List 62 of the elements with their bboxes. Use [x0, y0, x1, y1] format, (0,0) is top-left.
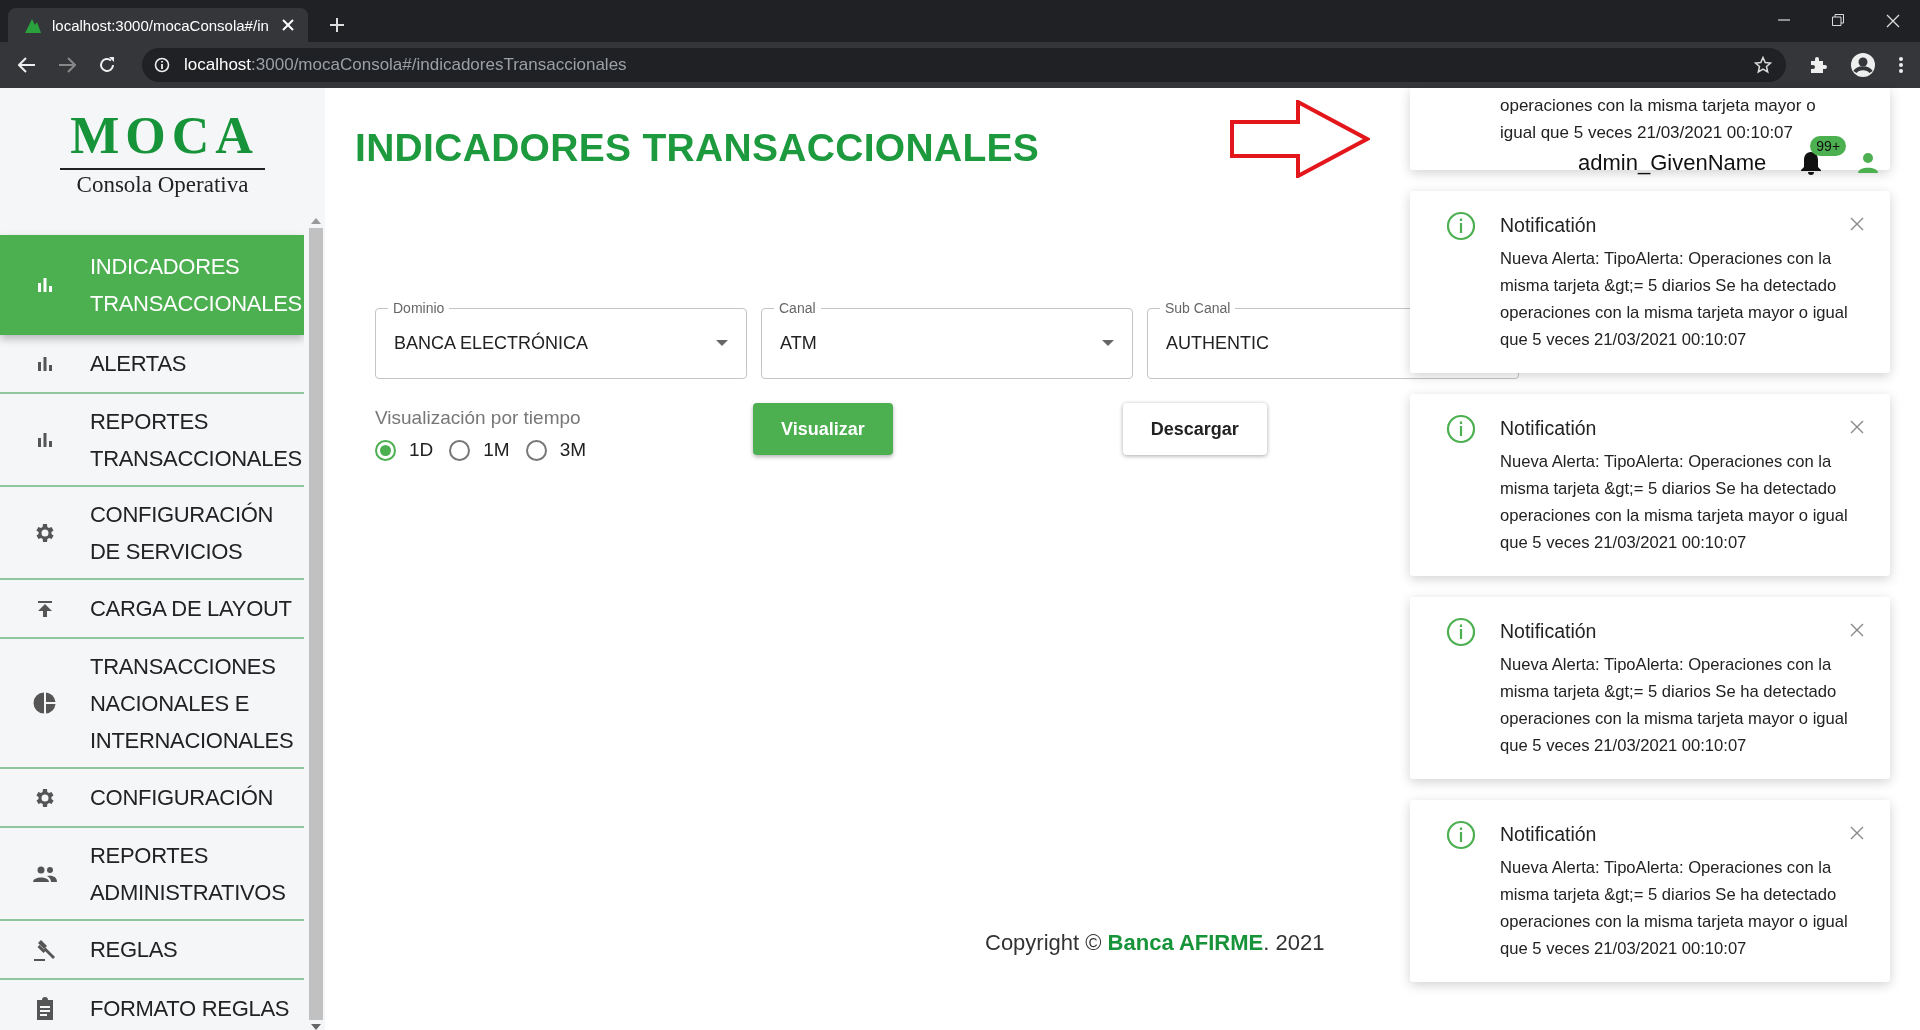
select-field[interactable]: Canal ATM [761, 300, 1133, 379]
scroll-up-icon[interactable] [311, 218, 321, 224]
people-icon [33, 864, 57, 883]
menu-item[interactable]: TRANSACCIONES NACIONALES E INTERNACIONALES [0, 639, 304, 769]
info-icon [1446, 820, 1476, 850]
radio-option[interactable]: 1D [375, 439, 434, 461]
radio-group-label: Visualización por tiempo [375, 407, 582, 429]
menu-item[interactable]: REGLAS [0, 921, 304, 980]
notification-title: Notificatión [1500, 214, 1597, 237]
notification-message: Nueva Alerta: TipoAlerta: Operaciones con la misma tarjeta &gt;= 5 diarios Se ha detectado operaciones con la misma tarjeta mayor o igual que 5 veces 21/03/2021 00:10:07 [1500, 857, 1849, 960]
notification-badge: 99+ [1810, 136, 1847, 156]
restore-icon[interactable] [1832, 14, 1844, 26]
upload-icon [35, 598, 55, 619]
menu-item[interactable]: CONFIGURACIÓN DE SERVICIOS [0, 487, 304, 580]
pie-chart-icon [33, 691, 57, 715]
back-icon[interactable] [18, 57, 36, 73]
info-icon [1446, 617, 1476, 647]
star-icon[interactable] [1754, 56, 1772, 74]
notification-message: Nueva Alerta: TipoAlerta: Operaciones con la misma tarjeta &gt;= 5 diarios Se ha detectado operaciones con la misma tarjeta mayor o igual que 5 veces 21/03/2021 00:10:07 [1500, 654, 1849, 757]
notification-message: igual que 5 veces 21/03/2021 00:10:07 [1500, 122, 1794, 144]
user-name: admin_GivenName [1578, 150, 1767, 176]
info-icon [1446, 211, 1476, 241]
menu-item[interactable]: ALERTAS [0, 335, 304, 394]
arrow-icon [1230, 100, 1370, 178]
scroll-down-icon[interactable] [311, 1024, 321, 1030]
forward-icon[interactable] [58, 57, 76, 73]
notification-title: Notificatión [1500, 417, 1597, 440]
menu-item[interactable]: CONFIGURACIÓN [0, 769, 304, 828]
logo-title: MOCA [60, 110, 265, 170]
bar-chart-icon [37, 355, 53, 372]
gavel-icon [33, 937, 57, 962]
page-title: INDICADORES TRANSACCIONALES [355, 126, 1040, 170]
browser-tab[interactable]: localhost:3000/mocaConsola#/in [8, 8, 308, 42]
menu-item[interactable]: FORMATO REGLAS [0, 980, 304, 1030]
notification-title: Notificatión [1500, 823, 1597, 846]
clipboard-icon [35, 996, 55, 1021]
more-icon[interactable] [1898, 56, 1904, 74]
new-tab-icon[interactable] [330, 18, 344, 32]
logo-subtitle: Consola Operativa [76, 172, 249, 198]
info-icon [154, 57, 170, 73]
menu-item[interactable]: CARGA DE LAYOUT [0, 580, 304, 639]
menu-item[interactable]: REPORTES TRANSACCIONALES [0, 394, 304, 487]
user-icon[interactable] [1856, 151, 1881, 175]
radio-option[interactable]: 1M [449, 439, 510, 461]
copyright-text: Copyright © Banca AFIRME. 2021 [985, 930, 1325, 956]
puzzle-icon[interactable] [1808, 55, 1828, 75]
bell-icon[interactable] [1800, 150, 1823, 176]
select-field[interactable]: Dominio BANCA ELECTRÓNICA [375, 300, 747, 379]
address-field[interactable]: localhost:3000/mocaConsola#/indicadoresTransaccionales [142, 48, 1786, 82]
notification-message: operaciones con la misma tarjeta mayor o [1500, 95, 1816, 117]
bar-chart-icon [37, 431, 53, 448]
tab-title: localhost:3000/mocaConsola#/in [52, 16, 270, 34]
notification-message: Nueva Alerta: TipoAlerta: Operaciones con la misma tarjeta &gt;= 5 diarios Se ha detectado operaciones con la misma tarjeta mayor o igual que 5 veces 21/03/2021 00:10:07 [1500, 451, 1849, 554]
bar-chart-icon [37, 277, 53, 293]
radio-option[interactable]: 3M [525, 439, 587, 461]
download-button[interactable]: Descargar [1122, 403, 1267, 455]
notification-title: Notificatión [1500, 620, 1597, 643]
info-icon [1446, 414, 1476, 444]
scrollbar-thumb[interactable] [309, 228, 323, 1020]
account-icon[interactable] [1850, 52, 1876, 78]
menu-item[interactable]: REPORTES ADMINISTRATIVOS [0, 828, 304, 921]
reload-icon[interactable] [98, 56, 116, 74]
